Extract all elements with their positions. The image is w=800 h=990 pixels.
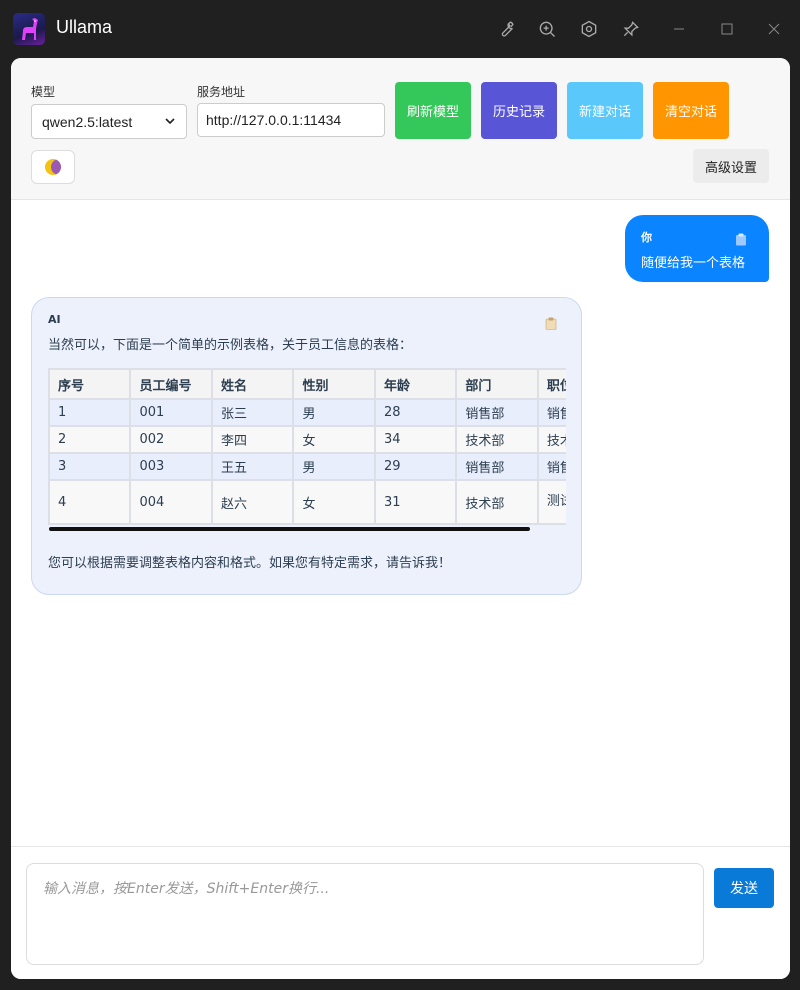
copy-icon[interactable] [735,231,747,246]
table-cell: 29 [373,452,458,481]
table-cell: 技术部 [455,425,539,454]
table-row: 4 004 赵六 女 31 技术部 测试工程师 [48,479,566,525]
table-row: 1 001 张三 男 28 销售部 销售经理 [48,398,566,427]
table-row: 2 002 李四 女 34 技术部 技术总监 [48,425,566,454]
hexagon-settings-icon[interactable] [577,17,601,41]
table-header-cell: 姓名 [210,368,295,400]
ai-sender-label: AI [48,313,61,326]
user-message-text: 随便给我一个表格 [641,256,746,271]
table-cell: 4 [48,479,132,525]
history-button[interactable]: 历史记录 [481,82,557,139]
table-cell: 赵六 [210,479,295,525]
ai-message-bubble: AI 当然可以，下面是一个简单的示例表格，关于员工信息的表格： 序号 员工编号 … [31,297,582,595]
table-cell: 003 [129,452,213,481]
table-row: 3 003 王五 男 29 销售部 销售代表 [48,452,566,481]
theme-toggle-button[interactable] [31,150,75,184]
main-panel: 模型 qwen2.5:latest 服务地址 http://127.0.0.1:… [11,58,790,979]
table-cell: 34 [373,425,458,454]
table-cell: 31 [373,479,458,525]
moon-icon [45,159,61,175]
table-cell: 销售经理 [536,398,566,427]
table-cell: 3 [48,452,132,481]
clear-chat-button[interactable]: 清空对话 [653,82,729,139]
message-input-area: 输入消息，按Enter发送，Shift+Enter换行... 发送 [11,846,790,979]
refresh-models-button[interactable]: 刷新模型 [395,82,471,139]
send-button[interactable]: 发送 [714,868,774,908]
table-cell: 001 [129,398,213,427]
table-cell: 1 [48,398,132,427]
table-cell: 技术部 [455,479,539,525]
app-logo-icon [13,13,45,45]
model-label: 模型 [31,85,56,99]
new-chat-button[interactable]: 新建对话 [567,82,643,139]
table-cell: 测试工程师 [536,479,566,525]
table-header-cell: 部门 [455,368,539,400]
table-cell: 女 [292,425,376,454]
wrench-icon[interactable] [494,17,518,41]
advanced-settings-button[interactable]: 高级设置 [693,149,769,183]
zoom-in-icon[interactable] [535,17,559,41]
table-cell: 王五 [210,452,295,481]
minimize-icon[interactable] [667,17,691,41]
url-label: 服务地址 [197,85,246,99]
table-header-cell: 年龄 [373,368,458,400]
app-title: Ullama [56,17,113,37]
table-cell: 男 [292,452,376,481]
settings-toolbar: 模型 qwen2.5:latest 服务地址 http://127.0.0.1:… [11,58,790,200]
message-input[interactable]: 输入消息，按Enter发送，Shift+Enter换行... [26,863,704,965]
table-cell: 销售部 [455,398,539,427]
table-cell: 28 [373,398,458,427]
table-header-cell: 员工编号 [129,368,213,400]
user-sender-label: 你 [641,231,652,244]
table-cell: 销售代表 [536,452,566,481]
table-cell: 2 [48,425,132,454]
ai-intro-text: 当然可以，下面是一个简单的示例表格，关于员工信息的表格： [48,338,413,353]
table-cell: 李四 [210,425,295,454]
table-header-cell: 职位 [536,368,566,400]
title-bar: Ullama [0,0,800,58]
chevron-down-icon [164,114,176,130]
table-horizontal-scrollbar[interactable] [49,527,530,531]
table-cell: 男 [292,398,376,427]
table-cell: 004 [129,479,213,525]
table-cell: 张三 [210,398,295,427]
maximize-icon[interactable] [715,17,739,41]
service-url-value: http://127.0.0.1:11434 [206,112,342,128]
table-cell: 技术总监 [536,425,566,454]
model-select[interactable]: qwen2.5:latest [31,104,187,139]
ai-outro-text: 您可以根据需要调整表格内容和格式。如果您有特定需求，请告诉我！ [48,556,452,571]
employee-table: 序号 员工编号 姓名 性别 年龄 部门 职位 1 001 [48,368,566,525]
table-header-row: 序号 员工编号 姓名 性别 年龄 部门 职位 [48,368,566,400]
table-cell: 002 [129,425,213,454]
model-select-value: qwen2.5:latest [42,113,133,130]
copy-icon[interactable] [545,315,557,330]
table-header-cell: 性别 [292,368,376,400]
employee-table-scroll[interactable]: 序号 员工编号 姓名 性别 年龄 部门 职位 1 001 [48,368,566,533]
chat-area[interactable]: 你 随便给我一个表格 AI 当然可以，下面是一个简单的示例表格，关于员工信息的表… [11,200,790,846]
close-icon[interactable] [762,17,786,41]
user-message-bubble: 你 随便给我一个表格 [625,215,769,282]
pin-icon[interactable] [619,17,643,41]
table-header-cell: 序号 [48,368,132,400]
table-cell: 女 [292,479,376,525]
service-url-input[interactable]: http://127.0.0.1:11434 [197,103,385,137]
table-cell: 销售部 [455,452,539,481]
